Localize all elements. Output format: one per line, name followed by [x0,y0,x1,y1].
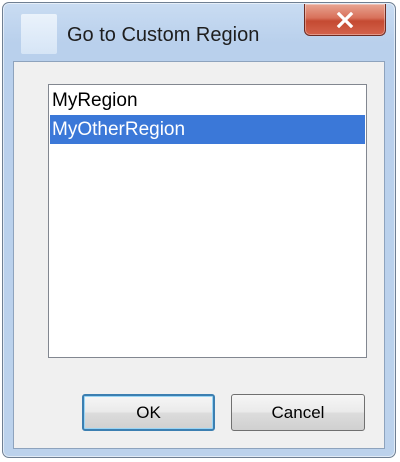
region-listbox[interactable]: MyRegion MyOtherRegion [48,84,367,358]
window-icon [21,14,57,54]
dialog-window: Go to Custom Region MyRegion MyOtherRegi… [2,2,396,458]
window-title: Go to Custom Region [67,24,260,46]
close-x-icon [336,11,354,28]
ok-button[interactable]: OK [82,394,215,431]
dialog-client-area: MyRegion MyOtherRegion OK Cancel [13,61,385,449]
list-item-myotherregion[interactable]: MyOtherRegion [50,115,365,144]
cancel-button[interactable]: Cancel [231,394,365,431]
close-button[interactable] [304,4,386,36]
list-item-myregion[interactable]: MyRegion [50,86,365,115]
